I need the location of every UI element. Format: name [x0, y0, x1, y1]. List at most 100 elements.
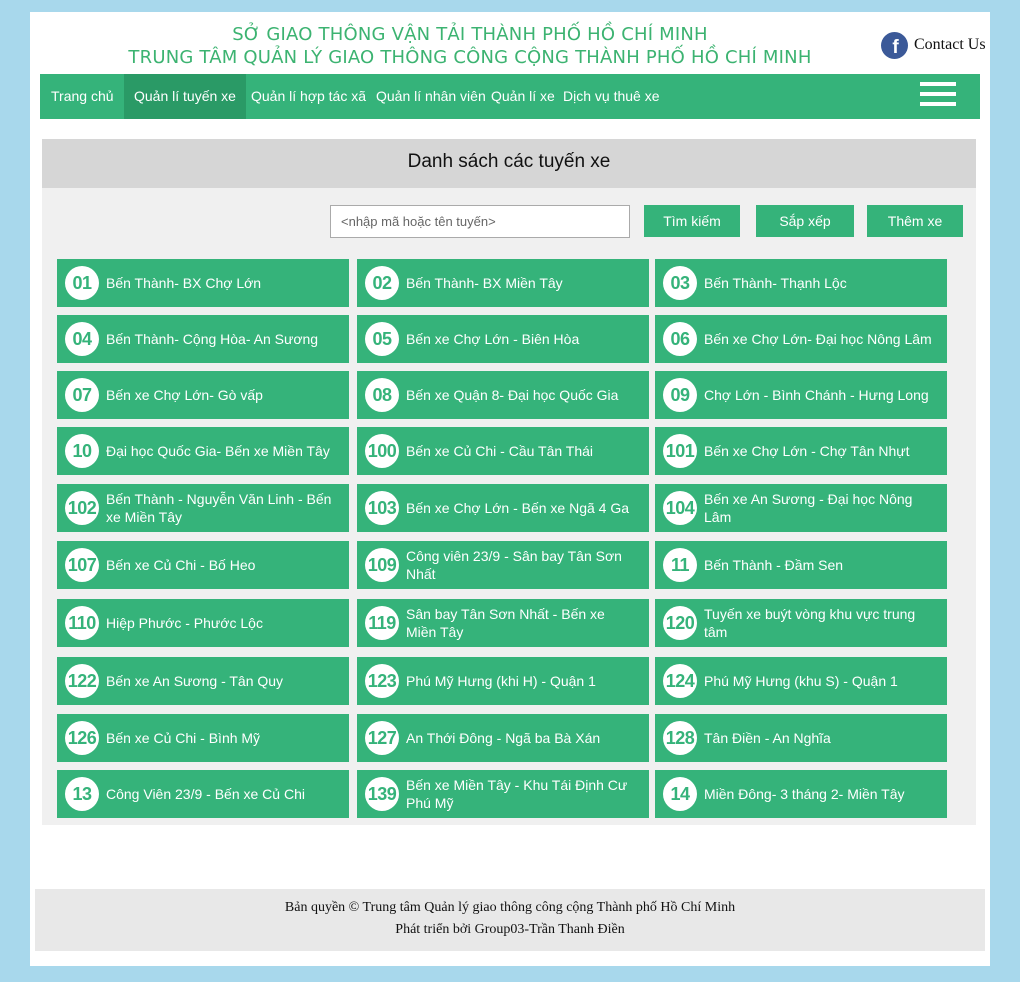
route-code-badge: 04: [65, 322, 99, 356]
route-code-badge: 122: [65, 664, 99, 698]
route-card[interactable]: 123 Phú Mỹ Hưng (khi H) - Quận 1: [357, 657, 649, 705]
route-name: Sân bay Tân Sơn Nhất - Bến xe Miền Tây: [406, 606, 605, 640]
route-name: Chợ Lớn - Bình Chánh - Hưng Long: [704, 387, 929, 403]
route-name: Phú Mỹ Hưng (khi H) - Quận 1: [406, 673, 596, 689]
route-name: Bến Thành- BX Chợ Lớn: [106, 275, 262, 291]
route-card[interactable]: 01 Bến Thành- BX Chợ Lớn: [57, 259, 349, 307]
route-card[interactable]: 107 Bến xe Củ Chi - Bố Heo: [57, 541, 349, 589]
route-name: Tuyến xe buýt vòng khu vực trung tâm: [704, 606, 916, 640]
route-code-badge: 101: [663, 434, 697, 468]
nav-item-route-management[interactable]: Quản lí tuyến xe: [124, 74, 246, 119]
search-input[interactable]: [330, 205, 630, 238]
route-card[interactable]: 03 Bến Thành- Thạnh Lộc: [655, 259, 947, 307]
nav-item-cooperative-management[interactable]: Quản lí hợp tác xã: [251, 74, 366, 119]
route-name: Bến Thành- Thạnh Lộc: [704, 275, 847, 291]
routes-panel: Danh sách các tuyến xe Tìm kiếm Sắp xếp …: [42, 139, 976, 825]
route-card[interactable]: 127 An Thới Đông - Ngã ba Bà Xán: [357, 714, 649, 762]
route-name: Đại học Quốc Gia- Bến xe Miền Tây: [106, 443, 330, 459]
route-code-badge: 14: [663, 777, 697, 811]
route-card[interactable]: 14 Miền Đông- 3 tháng 2- Miền Tây: [655, 770, 947, 818]
route-code-badge: 128: [663, 721, 697, 755]
route-card[interactable]: 04 Bến Thành- Cộng Hòa- An Sương: [57, 315, 349, 363]
route-card[interactable]: 10 Đại học Quốc Gia- Bến xe Miền Tây: [57, 427, 349, 475]
contact-us-link[interactable]: f Contact Us: [881, 31, 986, 59]
page-title: Danh sách các tuyến xe: [42, 139, 976, 188]
sort-button[interactable]: Sắp xếp: [756, 205, 854, 237]
route-code-badge: 05: [365, 322, 399, 356]
hamburger-menu-icon[interactable]: [920, 82, 956, 106]
route-card[interactable]: 08 Bến xe Quận 8- Đại học Quốc Gia: [357, 371, 649, 419]
route-name: Phú Mỹ Hưng (khu S) - Quận 1: [704, 673, 898, 689]
route-name: Bến xe Chợ Lớn - Chợ Tân Nhựt: [704, 443, 910, 459]
route-code-badge: 100: [365, 434, 399, 468]
page-container: SỞ GIAO THÔNG VẬN TẢI THÀNH PHỐ HỒ CHÍ M…: [30, 12, 990, 966]
route-code-badge: 123: [365, 664, 399, 698]
route-card[interactable]: 126 Bến xe Củ Chi - Bình Mỹ: [57, 714, 349, 762]
route-code-badge: 06: [663, 322, 697, 356]
route-card[interactable]: 02 Bến Thành- BX Miền Tây: [357, 259, 649, 307]
nav-item-home[interactable]: Trang chủ: [40, 74, 125, 119]
route-name: Tân Điền - An Nghĩa: [704, 730, 831, 746]
route-name: Bến xe Chợ Lớn - Biên Hòa: [406, 331, 580, 347]
route-code-badge: 104: [663, 491, 697, 525]
route-card[interactable]: 119 Sân bay Tân Sơn Nhất - Bến xe Miền Tâ…: [357, 599, 649, 647]
route-card[interactable]: 109 Công viên 23/9 - Sân bay Tân Sơn Nhất: [357, 541, 649, 589]
route-code-badge: 07: [65, 378, 99, 412]
route-name: Bến xe Miền Tây - Khu Tái Định Cư Phú Mỹ: [406, 777, 628, 811]
facebook-icon: f: [881, 31, 908, 59]
route-name: Bến xe Chợ Lớn- Đại học Nông Lâm: [704, 331, 932, 347]
route-name: Miền Đông- 3 tháng 2- Miền Tây: [704, 786, 905, 802]
route-name: Bến xe An Sương - Đại học Nông Lâm: [704, 491, 913, 525]
route-card[interactable]: 06 Bến xe Chợ Lớn- Đại học Nông Lâm: [655, 315, 947, 363]
add-vehicle-button[interactable]: Thêm xe: [867, 205, 963, 237]
route-code-badge: 02: [365, 266, 399, 300]
search-button[interactable]: Tìm kiếm: [644, 205, 740, 237]
route-card[interactable]: 05 Bến xe Chợ Lớn - Biên Hòa: [357, 315, 649, 363]
route-card[interactable]: 07 Bến xe Chợ Lớn- Gò vấp: [57, 371, 349, 419]
route-card[interactable]: 110 Hiệp Phước - Phước Lộc: [57, 599, 349, 647]
route-name: Bến xe Quận 8- Đại học Quốc Gia: [406, 387, 619, 403]
route-card[interactable]: 120 Tuyến xe buýt vòng khu vực trung tâm: [655, 599, 947, 647]
footer: Bản quyền © Trung tâm Quản lý giao thông…: [35, 889, 985, 951]
footer-copyright: Bản quyền © Trung tâm Quản lý giao thông…: [284, 900, 736, 915]
route-name: Bến Thành - Nguyễn Văn Linh - Bến xe Miề…: [106, 491, 332, 525]
route-card[interactable]: 104 Bến xe An Sương - Đại học Nông Lâm: [655, 484, 947, 532]
route-name: Bến xe Chợ Lớn - Bến xe Ngã 4 Ga: [406, 500, 630, 516]
route-card[interactable]: 128 Tân Điền - An Nghĩa: [655, 714, 947, 762]
route-card[interactable]: 09 Chợ Lớn - Bình Chánh - Hưng Long: [655, 371, 947, 419]
route-code-badge: 127: [365, 721, 399, 755]
route-name: Bến xe Chợ Lớn- Gò vấp: [106, 387, 263, 403]
route-code-badge: 126: [65, 721, 99, 755]
route-name: Bến xe Củ Chi - Bố Heo: [106, 557, 256, 573]
route-code-badge: 08: [365, 378, 399, 412]
route-name: Bến Thành- Cộng Hòa- An Sương: [106, 331, 319, 347]
nav-item-staff-management[interactable]: Quản lí nhân viên: [376, 74, 486, 119]
route-card[interactable]: 11 Bến Thành - Đầm Sen: [655, 541, 947, 589]
header-title-line1: SỞ GIAO THÔNG VẬN TẢI THÀNH PHỐ HỒ CHÍ M…: [232, 24, 708, 45]
route-code-badge: 09: [663, 378, 697, 412]
route-code-badge: 124: [663, 664, 697, 698]
route-card[interactable]: 139 Bến xe Miền Tây - Khu Tái Định Cư Phú…: [357, 770, 649, 818]
route-card[interactable]: 122 Bến xe An Sương - Tân Quy: [57, 657, 349, 705]
route-card[interactable]: 102 Bến Thành - Nguyễn Văn Linh - Bến xe …: [57, 484, 349, 532]
route-card[interactable]: 101 Bến xe Chợ Lớn - Chợ Tân Nhựt: [655, 427, 947, 475]
route-card[interactable]: 124 Phú Mỹ Hưng (khu S) - Quận 1: [655, 657, 947, 705]
route-card[interactable]: 100 Bến xe Củ Chi - Cầu Tân Thái: [357, 427, 649, 475]
route-name: Bến xe Củ Chi - Cầu Tân Thái: [406, 443, 594, 459]
nav-item-rental-service[interactable]: Dịch vụ thuê xe: [563, 74, 660, 119]
nav-item-vehicle-management[interactable]: Quản lí xe: [491, 74, 555, 119]
footer-developer: Phát triển bởi Group03-Trần Thanh Điền: [395, 922, 625, 937]
route-name: Bến xe An Sương - Tân Quy: [106, 673, 284, 689]
route-code-badge: 11: [663, 548, 697, 582]
route-name: An Thới Đông - Ngã ba Bà Xán: [406, 730, 601, 746]
contact-us-label: Contact Us: [914, 36, 986, 53]
route-card[interactable]: 103 Bến xe Chợ Lớn - Bến xe Ngã 4 Ga: [357, 484, 649, 532]
route-card[interactable]: 13 Công Viên 23/9 - Bến xe Củ Chi: [57, 770, 349, 818]
header-title-line2: TRUNG TÂM QUẢN LÝ GIAO THÔNG CÔNG CỘNG T…: [128, 47, 812, 68]
route-code-badge: 107: [65, 548, 99, 582]
route-name: Bến Thành- BX Miền Tây: [406, 275, 563, 291]
route-code-badge: 13: [65, 777, 99, 811]
route-code-badge: 103: [365, 491, 399, 525]
route-code-badge: 110: [65, 606, 99, 640]
route-name: Công Viên 23/9 - Bến xe Củ Chi: [106, 786, 305, 802]
